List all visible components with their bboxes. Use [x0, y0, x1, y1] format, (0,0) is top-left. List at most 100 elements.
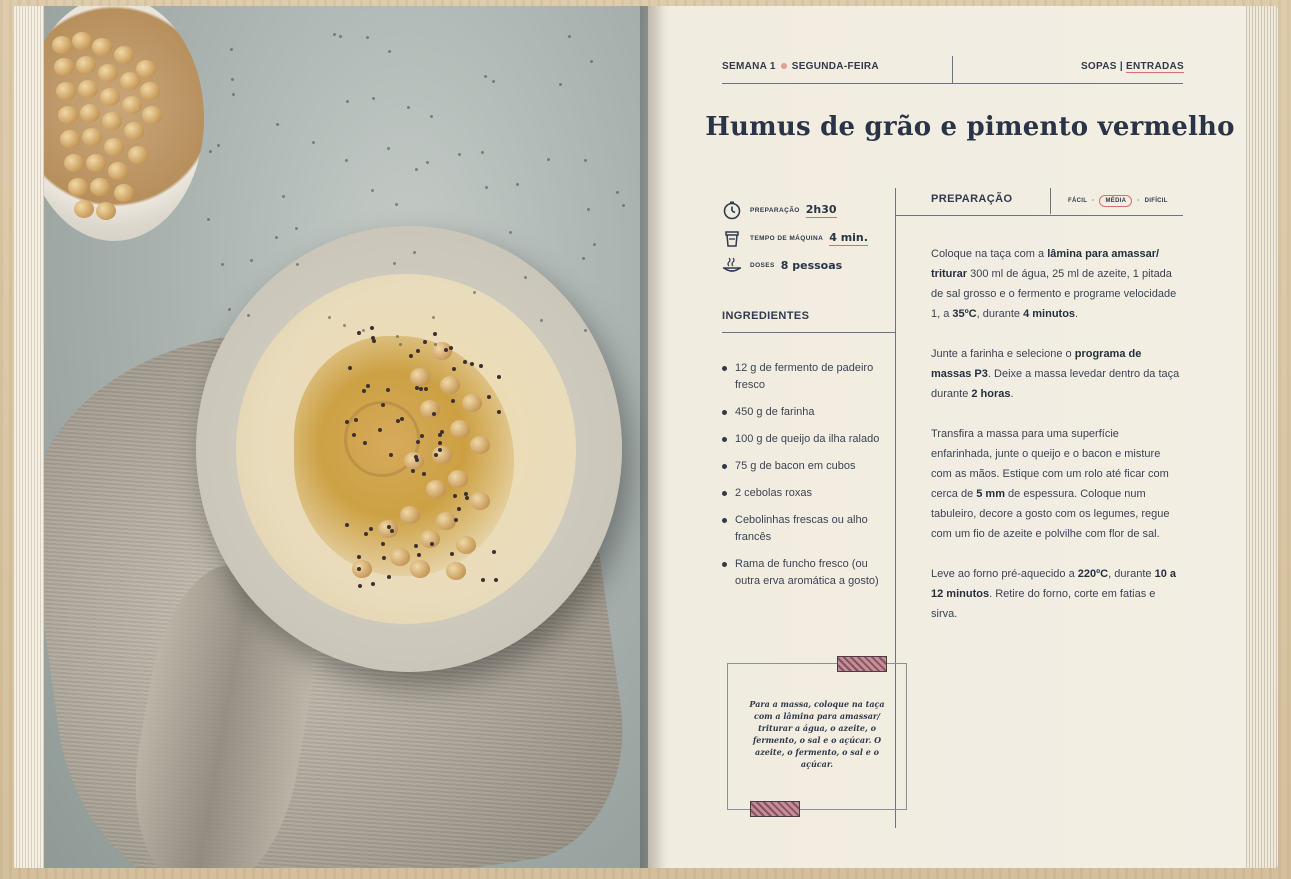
chickpea — [86, 154, 106, 172]
chickpea — [450, 420, 470, 438]
surface-speck — [246, 313, 250, 317]
difficulty-medium: MÉDIA — [1099, 195, 1133, 207]
ingredient-item: 2 cebolas roxas — [722, 485, 882, 502]
chickpea — [470, 492, 490, 510]
doses-row: DOSES 8 pessoas — [722, 255, 842, 275]
chickpea — [456, 536, 476, 554]
surface-speck — [412, 250, 416, 254]
chickpea — [122, 96, 142, 114]
seed-garnish — [365, 384, 370, 389]
category-label: SOPAS — [1080, 61, 1117, 72]
chickpea — [352, 560, 372, 578]
seed-garnish — [492, 549, 497, 554]
category-header: SOPAS | ENTRADAS — [1081, 61, 1184, 72]
doses-label: DOSES — [750, 261, 775, 269]
surface-speck — [568, 35, 572, 39]
chickpea — [60, 130, 80, 148]
surface-speck — [311, 141, 315, 144]
chickpea — [98, 64, 118, 82]
chickpea — [142, 106, 162, 124]
chickpea — [52, 36, 72, 54]
header-divider — [952, 56, 953, 83]
chickpea — [64, 154, 84, 172]
chickpea — [82, 128, 102, 146]
chickpea — [410, 560, 430, 578]
seed-garnish — [453, 517, 458, 522]
seed-garnish — [408, 354, 413, 359]
chickpea — [446, 562, 466, 580]
chickpea — [96, 202, 116, 220]
surface-speck — [457, 152, 461, 156]
machine-value: 4 min. — [829, 230, 868, 246]
ingredient-item: 75 g de bacon em cubos — [722, 458, 882, 475]
header-rule — [722, 83, 1183, 84]
chickpea — [400, 506, 420, 524]
spine-shadow — [640, 6, 666, 868]
seed-garnish — [433, 452, 438, 457]
seed-garnish — [432, 332, 437, 337]
chickpea — [124, 122, 144, 140]
day-label: SEGUNDA-FEIRA — [791, 61, 879, 72]
chickpea — [54, 58, 74, 76]
surface-speck — [209, 150, 213, 154]
doses-value: 8 pessoas — [780, 258, 843, 272]
dot-separator — [780, 62, 787, 69]
surface-speck — [616, 190, 620, 194]
chickpea — [68, 178, 88, 196]
chickpea — [140, 82, 160, 100]
surface-speck — [516, 183, 520, 187]
seed-garnish — [386, 387, 391, 392]
machine-time-row: TEMPO DE MÁQUINA 4 min. — [722, 228, 868, 248]
week-label: SEMANA 1 — [722, 61, 776, 72]
machine-label: TEMPO DE MÁQUINA — [750, 234, 824, 242]
ingredient-item: 450 g de farinha — [722, 404, 882, 421]
difficulty-sep-2: · — [1137, 198, 1140, 204]
surface-speck — [509, 230, 513, 234]
surface-speck — [231, 93, 235, 97]
seed-garnish — [429, 541, 434, 546]
difficulty-scale: FÁCIL · MÉDIA · DIFÍCIL — [1068, 195, 1168, 207]
surface-speck — [332, 32, 336, 36]
surface-speck — [587, 207, 591, 211]
machine-icon — [722, 228, 742, 248]
prep-label: PREPARAÇÃO — [750, 206, 800, 214]
chickpea — [90, 178, 110, 196]
surface-speck — [590, 59, 594, 63]
difficulty-hard: DIFÍCIL — [1144, 198, 1168, 204]
surface-speck — [275, 123, 279, 127]
preparation-step: Transfira a massa para uma superfície en… — [931, 428, 1170, 540]
surface-speck — [345, 159, 349, 163]
difficulty-sep-1: · — [1092, 198, 1095, 204]
ingredient-item: Rama de funcho fresco (ou outra erva aro… — [722, 556, 882, 590]
seed-garnish — [358, 583, 363, 588]
ingredients-list: 12 g de fermento de padeiro fresco 450 g … — [722, 360, 882, 600]
seed-garnish — [423, 387, 428, 392]
preparation-title: PREPARAÇÃO — [931, 193, 1013, 205]
surface-speck — [559, 83, 563, 87]
tape-bottom — [750, 801, 800, 817]
seed-garnish — [437, 447, 442, 452]
surface-speck — [431, 315, 435, 319]
surface-speck — [582, 256, 586, 260]
chickpea — [74, 200, 94, 218]
surface-speck — [295, 226, 299, 230]
difficulty-easy: FÁCIL — [1068, 198, 1088, 204]
ingredients-rule — [722, 332, 895, 333]
surface-speck — [342, 323, 346, 327]
ingredient-item: Cebolinhas frescas ou alho francês — [722, 512, 882, 546]
chickpea — [128, 146, 148, 164]
chickpea — [58, 106, 78, 124]
chickpea — [426, 480, 446, 498]
chickpea — [410, 368, 430, 386]
ingredients-title: INGREDIENTES — [722, 310, 810, 322]
seed-garnish — [451, 367, 456, 372]
seed-garnish — [345, 419, 350, 424]
chickpea — [80, 104, 100, 122]
seed-garnish — [380, 541, 385, 546]
surface-speck — [491, 79, 495, 83]
preparation-step: Junte a farinha e selecione o programa d… — [931, 348, 1180, 400]
chickpea — [114, 46, 134, 64]
seed-garnish — [389, 529, 394, 534]
seed-garnish — [388, 452, 393, 457]
chickpea — [76, 56, 96, 74]
